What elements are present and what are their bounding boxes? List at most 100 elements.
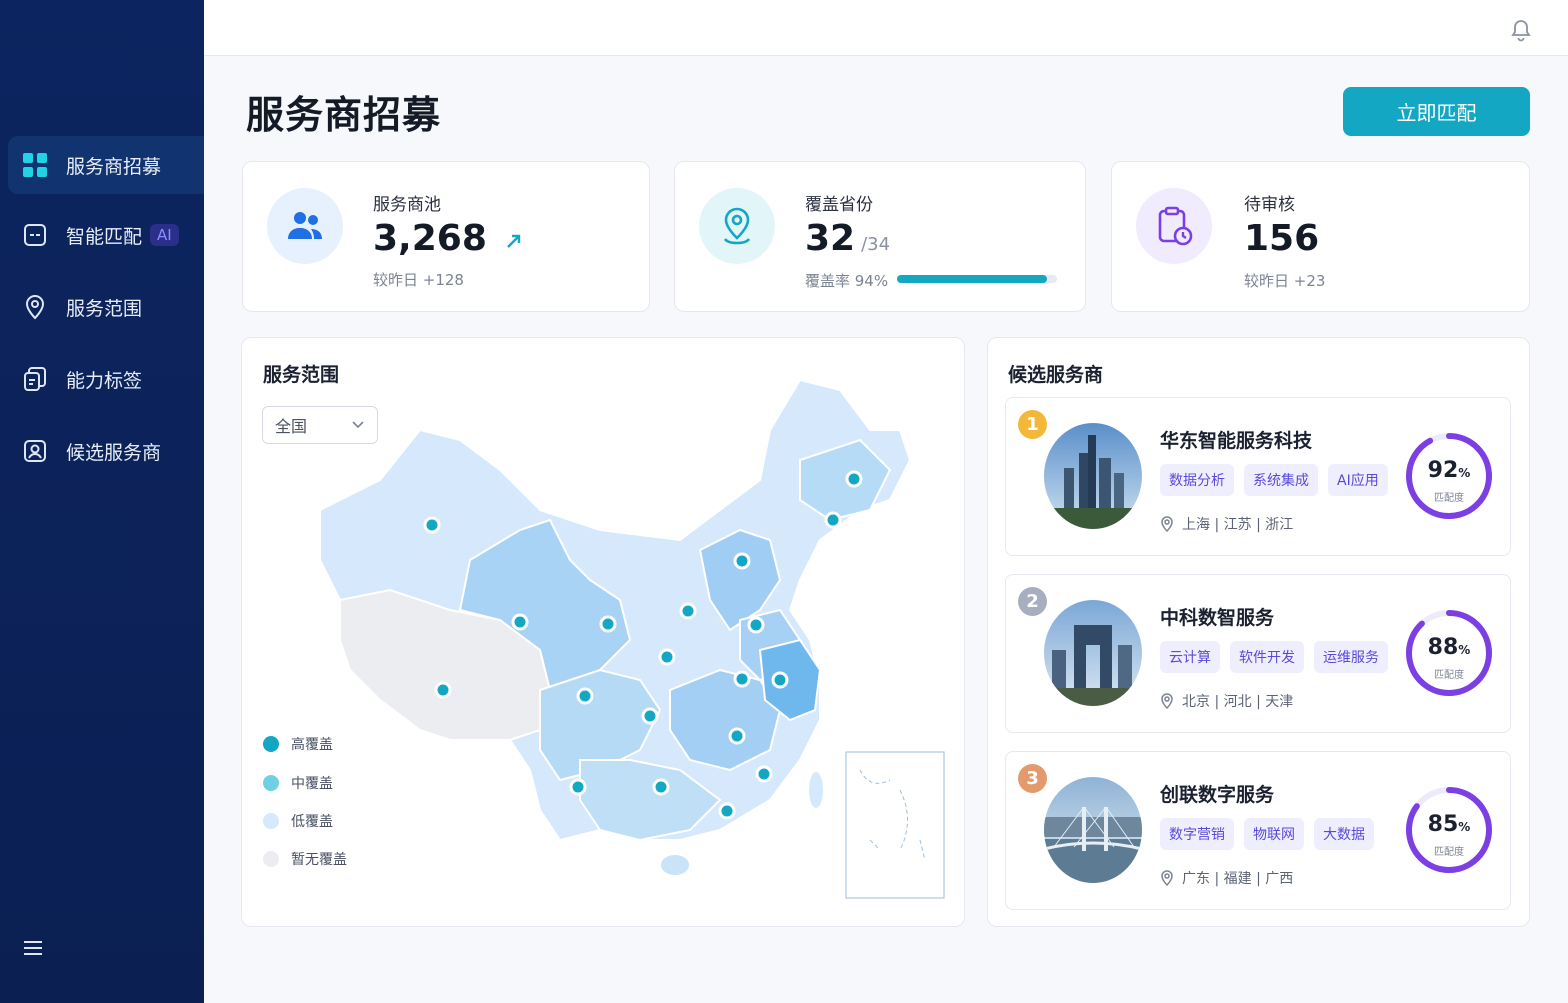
map-point[interactable] — [511, 613, 529, 631]
map-point[interactable] — [733, 552, 751, 570]
south-sea-inset — [845, 751, 945, 899]
stat-value: 3,268 — [373, 218, 523, 259]
map-point[interactable] — [576, 687, 594, 705]
sidebar-item-candidates[interactable]: 候选服务商 — [8, 422, 204, 480]
rank-badge: 3 — [1018, 764, 1047, 793]
sidebar: 服务商招募 智能匹配 AI 服务范围 能力标签 候选服务商 — [0, 0, 204, 1003]
map-point[interactable] — [652, 778, 670, 796]
ai-badge: AI — [150, 224, 179, 246]
map-point[interactable] — [599, 615, 617, 633]
stat-sub: 覆盖率 94% — [805, 272, 889, 290]
candidate-card[interactable]: 1 华东智能服务科技 数据分析 系统集成 AI应用 上海 | 江苏 | 浙江 9… — [1005, 397, 1511, 556]
map-region-taiwan[interactable] — [809, 772, 823, 808]
match-score: 85% — [1427, 812, 1471, 837]
sidebar-item-label: 服务商招募 — [66, 155, 162, 178]
location-icon — [1161, 693, 1173, 709]
legend-low: 低覆盖 — [263, 811, 333, 831]
sidebar-item-label: 服务范围 — [66, 297, 143, 320]
legend-high: 高覆盖 — [263, 734, 333, 754]
location-icon — [1161, 870, 1173, 886]
stat-sub: 较昨日 +128 — [373, 271, 464, 289]
location-icon — [1161, 516, 1173, 532]
map-point[interactable] — [641, 707, 659, 725]
capability-tag[interactable]: 软件开发 — [1230, 641, 1304, 673]
sidebar-item-tags[interactable]: 能力标签 — [8, 350, 204, 408]
map-point[interactable] — [423, 516, 441, 534]
candidate-name: 华东智能服务科技 — [1160, 430, 1313, 452]
candidate-card[interactable]: 3 创联数字服务 数字营销 物联网 大数据 广东 | 福建 | 广西 85% 匹… — [1005, 751, 1511, 910]
capability-tags: 数据分析 系统集成 AI应用 — [1160, 464, 1398, 496]
map-point[interactable] — [733, 670, 751, 688]
match-icon — [22, 222, 48, 248]
bell-icon[interactable] — [1510, 18, 1532, 42]
candidate-photo — [1044, 777, 1142, 883]
clipboard-clock-icon — [1136, 188, 1212, 264]
map-point[interactable] — [824, 511, 842, 529]
map-point[interactable] — [728, 727, 746, 745]
topbar — [204, 0, 1568, 56]
stat-label: 服务商池 — [373, 195, 441, 215]
candidate-card[interactable]: 2 中科数智服务 云计算 软件开发 运维服务 北京 | 河北 | 天津 88% … — [1005, 574, 1511, 733]
capability-tags: 云计算 软件开发 运维服务 — [1160, 641, 1398, 673]
rank-badge: 2 — [1018, 587, 1047, 616]
legend-mid: 中覆盖 — [263, 773, 333, 793]
capability-tag[interactable]: 运维服务 — [1314, 641, 1388, 673]
capability-tag[interactable]: 系统集成 — [1244, 464, 1318, 496]
match-score-label: 匹配度 — [1434, 493, 1464, 504]
map-point[interactable] — [679, 602, 697, 620]
sidebar-item-smart-match[interactable]: 智能匹配 AI — [8, 206, 204, 264]
capability-tag[interactable]: 数字营销 — [1160, 818, 1234, 850]
menu-toggle-icon[interactable] — [22, 938, 44, 958]
stat-value: 32/34 — [805, 218, 891, 259]
map-point[interactable] — [569, 778, 587, 796]
candidate-location: 广东 | 福建 | 广西 — [1160, 868, 1293, 888]
candidate-name: 创联数字服务 — [1160, 784, 1275, 806]
candidates-panel-title: 候选服务商 — [1008, 364, 1104, 386]
capability-tag[interactable]: 云计算 — [1160, 641, 1220, 673]
map-point[interactable] — [771, 671, 789, 689]
stat-label: 覆盖省份 — [805, 195, 873, 215]
map-point[interactable] — [845, 470, 863, 488]
candidate-location: 上海 | 江苏 | 浙江 — [1160, 514, 1293, 534]
stat-label: 待审核 — [1244, 195, 1295, 215]
grid-icon — [22, 152, 48, 178]
page-title: 服务商招募 — [246, 93, 442, 137]
sidebar-item-scope[interactable]: 服务范围 — [8, 278, 204, 336]
users-icon — [267, 188, 343, 264]
stat-card-pending: 待审核 156 较昨日 +23 — [1111, 161, 1530, 312]
tag-icon — [22, 366, 48, 392]
candidate-name: 中科数智服务 — [1160, 607, 1275, 629]
stat-sub: 较昨日 +23 — [1244, 272, 1326, 290]
capability-tag[interactable]: 数据分析 — [1160, 464, 1234, 496]
sidebar-item-label: 能力标签 — [66, 369, 143, 392]
map-region-hainan[interactable] — [661, 855, 689, 875]
match-now-button[interactable]: 立即匹配 — [1343, 87, 1530, 136]
map-point[interactable] — [718, 802, 736, 820]
map-point[interactable] — [658, 648, 676, 666]
capability-tag[interactable]: 物联网 — [1244, 818, 1304, 850]
china-coverage-map — [319, 378, 945, 899]
stat-card-coverage: 覆盖省份 32/34 覆盖率 94% — [674, 161, 1086, 312]
sidebar-item-recruit[interactable]: 服务商招募 — [8, 136, 204, 194]
location-pin-icon — [699, 188, 775, 264]
user-card-icon — [22, 438, 48, 464]
capability-tag[interactable]: AI应用 — [1328, 464, 1388, 496]
stat-card-pool: 服务商池 3,268 较昨日 +128 — [242, 161, 650, 312]
rank-badge: 1 — [1018, 410, 1047, 439]
map-point[interactable] — [747, 616, 765, 634]
match-score-label: 匹配度 — [1434, 670, 1464, 681]
candidate-photo — [1044, 600, 1142, 706]
map-point[interactable] — [755, 765, 773, 783]
match-score: 88% — [1427, 635, 1471, 660]
match-score-label: 匹配度 — [1434, 847, 1464, 858]
legend-none: 暂无覆盖 — [263, 849, 347, 869]
sidebar-item-label: 候选服务商 — [66, 441, 162, 464]
coverage-progress-bar — [897, 275, 1057, 283]
match-score: 92% — [1427, 458, 1471, 483]
stat-value: 156 — [1244, 218, 1320, 259]
sidebar-item-label: 智能匹配 — [66, 225, 143, 248]
progress-fill — [897, 275, 1048, 283]
capability-tag[interactable]: 大数据 — [1314, 818, 1374, 850]
map-point[interactable] — [434, 681, 452, 699]
location-icon — [22, 294, 48, 320]
